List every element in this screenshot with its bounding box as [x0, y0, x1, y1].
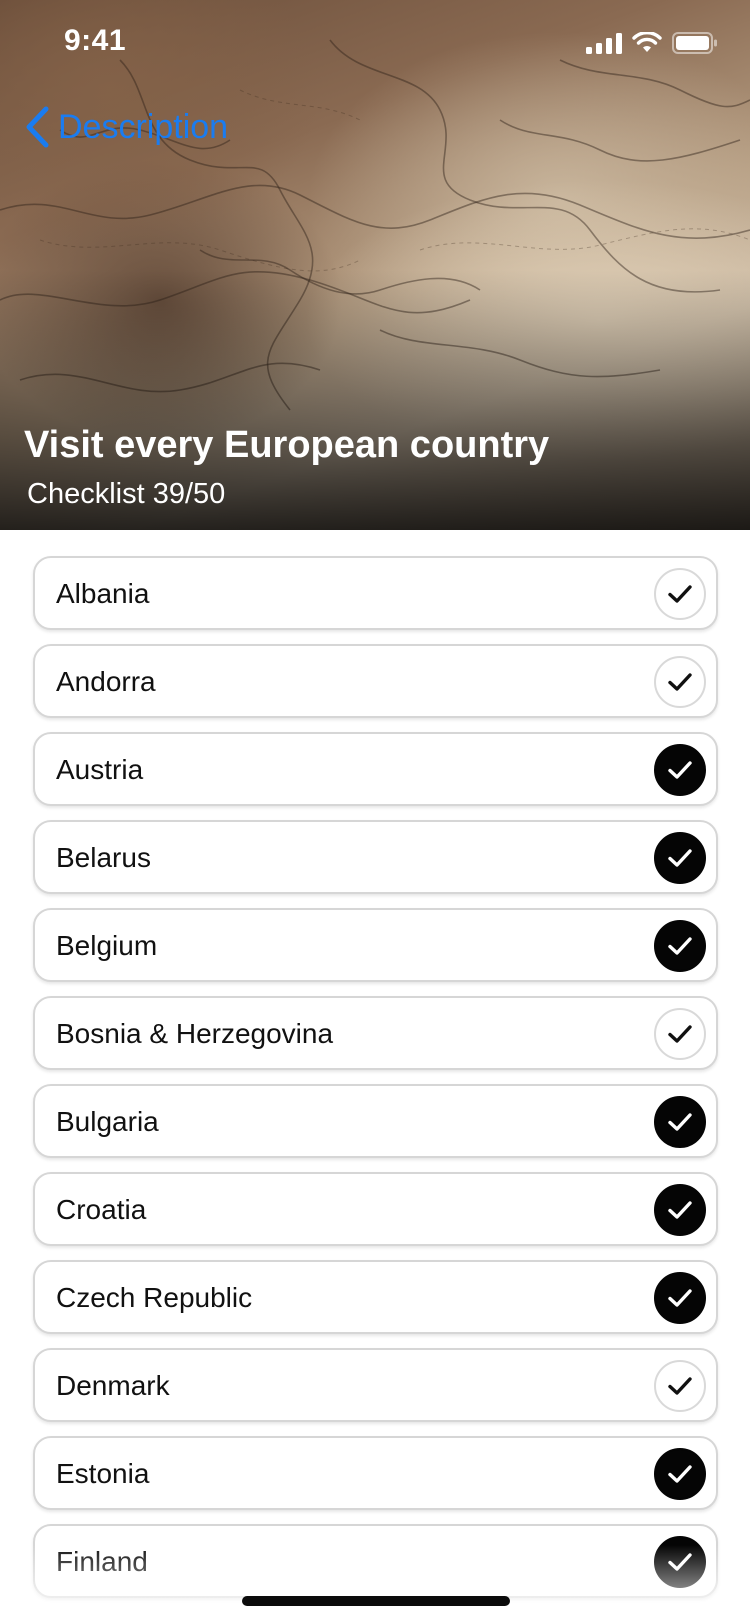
list-item-label: Estonia	[56, 1458, 150, 1489]
list-item[interactable]: Denmark	[33, 1348, 718, 1422]
list-item[interactable]: Belarus	[33, 820, 718, 894]
status-time: 9:41	[64, 24, 127, 57]
checkbox[interactable]	[654, 744, 706, 796]
list-item[interactable]: Czech Republic	[33, 1260, 718, 1334]
list-item-label: Bulgaria	[56, 1106, 159, 1137]
list-item-label: Czech Republic	[56, 1282, 253, 1313]
checkbox[interactable]	[654, 920, 706, 972]
cellular-signal-icon	[586, 33, 622, 54]
list-item-label: Croatia	[56, 1194, 147, 1225]
checkmark-icon	[668, 1201, 692, 1219]
battery-icon	[672, 32, 717, 54]
checkmark-icon	[668, 673, 692, 691]
checkbox[interactable]	[654, 1272, 706, 1324]
checkbox[interactable]	[654, 832, 706, 884]
list-item[interactable]: Bulgaria	[33, 1084, 718, 1158]
checkmark-icon	[668, 937, 692, 955]
list-item[interactable]: Croatia	[33, 1172, 718, 1246]
list-item-label: Denmark	[56, 1370, 170, 1401]
list-item[interactable]: Finland	[33, 1524, 718, 1598]
checkmark-icon	[668, 1289, 692, 1307]
checklist-progress: Checklist 39/50	[27, 478, 226, 510]
checkbox[interactable]	[654, 1008, 706, 1060]
list-item-label: Belarus	[56, 842, 151, 873]
list-item-label: Bosnia & Herzegovina	[56, 1018, 334, 1049]
checkbox[interactable]	[654, 1184, 706, 1236]
checkmark-icon	[668, 1465, 692, 1483]
list-item[interactable]: Estonia	[33, 1436, 718, 1510]
checkmark-icon	[668, 1377, 692, 1395]
checkbox[interactable]	[654, 1448, 706, 1500]
status-icons	[586, 32, 718, 54]
status-bar: 9:41	[0, 0, 750, 90]
checkbox[interactable]	[654, 1360, 706, 1412]
list-item[interactable]: Andorra	[33, 644, 718, 718]
list-item-label: Belgium	[56, 930, 158, 961]
page-title: Visit every European country	[24, 424, 550, 466]
checkmark-icon	[668, 1025, 692, 1043]
checkbox[interactable]	[654, 656, 706, 708]
checkbox[interactable]	[654, 568, 706, 620]
back-button[interactable]: Description	[24, 106, 228, 148]
checkmark-icon	[668, 1553, 692, 1571]
checkmark-icon	[668, 849, 692, 867]
list-item[interactable]: Austria	[33, 732, 718, 806]
checkmark-icon	[668, 585, 692, 603]
list-item[interactable]: Bosnia & Herzegovina	[33, 996, 718, 1070]
checklist-screen: 9:41 Description Visit every European co…	[0, 0, 750, 1624]
back-button-label: Description	[58, 107, 229, 146]
list-item[interactable]: Belgium	[33, 908, 718, 982]
checkbox[interactable]	[654, 1536, 706, 1588]
checkbox[interactable]	[654, 1096, 706, 1148]
checkmark-icon	[668, 1113, 692, 1131]
list-item-label: Finland	[56, 1546, 148, 1577]
chevron-left-icon	[26, 106, 49, 148]
list-item[interactable]: Albania	[33, 556, 718, 630]
list-item-label: Andorra	[56, 666, 156, 697]
country-checklist: Albania Andorra Austria Belarus Belgium Bosni…	[33, 556, 718, 1612]
wifi-icon	[632, 32, 662, 52]
home-indicator[interactable]	[242, 1596, 510, 1606]
list-item-label: Austria	[56, 754, 144, 785]
list-item-label: Albania	[56, 578, 150, 609]
checkmark-icon	[668, 761, 692, 779]
